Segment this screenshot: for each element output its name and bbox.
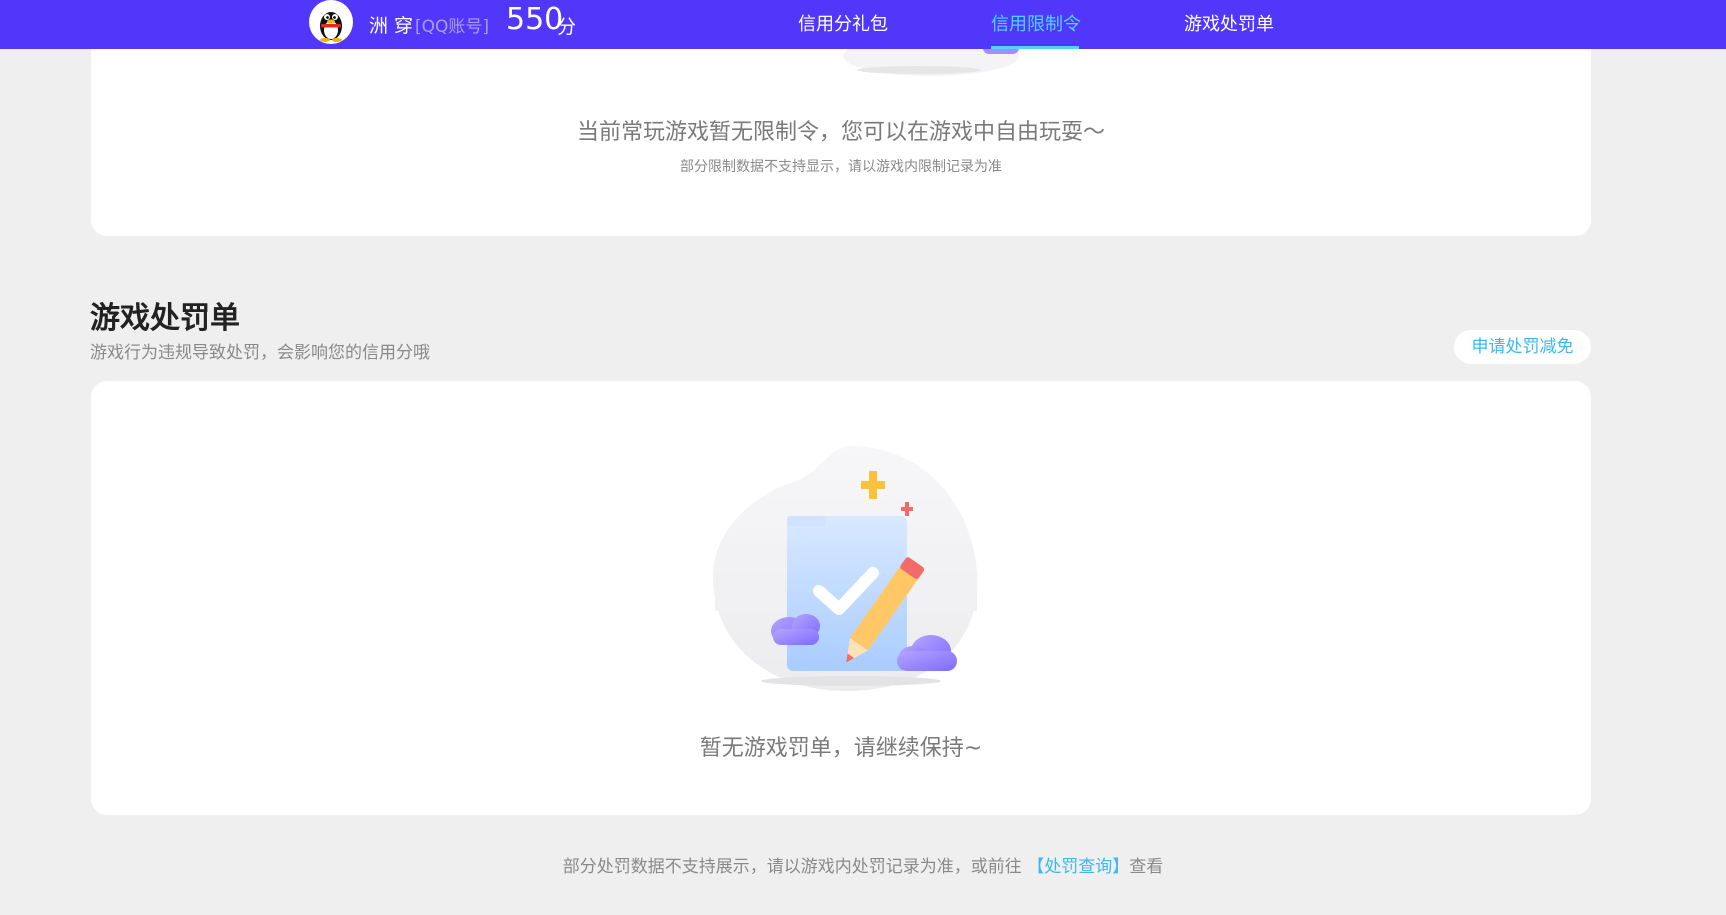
top-nav-bar: 洲 穿 [QQ账号] 550 分 信用分礼包 信用限制令 游戏处罚单 (0, 0, 1726, 49)
user-nickname: 洲 穿 (369, 15, 414, 37)
restriction-empty-message: 当前常玩游戏暂无限制令，您可以在游戏中自由玩耍～ (576, 120, 1105, 145)
qq-penguin-icon (320, 12, 342, 42)
nav-tab-credit-restriction[interactable]: 信用限制令 (991, 10, 1081, 36)
nav-tab-credit-gift[interactable]: 信用分礼包 (798, 10, 888, 36)
nav-tab-game-penalty[interactable]: 游戏处罚单 (1184, 10, 1274, 36)
penalty-footer-note: 部分处罚数据不支持展示，请以游戏内处罚记录为准，或前往 【处罚查询】查看 (0, 852, 1726, 877)
penalty-query-link[interactable]: 【处罚查询】 (1027, 857, 1129, 877)
credit-score-unit: 分 (557, 16, 577, 38)
penalty-section-title: 游戏处罚单 (90, 301, 240, 336)
avatar[interactable] (309, 0, 353, 44)
empty-penalty-illustration (713, 446, 978, 691)
penalty-section-description: 游戏行为违规导致处罚，会影响您的信用分哦 (90, 343, 430, 363)
footer-note-suffix: 查看 (1129, 857, 1164, 877)
active-tab-indicator (991, 46, 1079, 49)
penalty-card: 暂无游戏罚单，请继续保持~ (91, 381, 1591, 815)
apply-penalty-reduction-button[interactable]: 申请处罚减免 (1454, 330, 1591, 364)
credit-score: 550 (506, 2, 564, 37)
restriction-data-note: 部分限制数据不支持显示，请以游戏内限制记录为准 (680, 159, 1002, 175)
penalty-empty-message: 暂无游戏罚单，请继续保持~ (699, 736, 983, 761)
footer-note-text: 部分处罚数据不支持展示，请以游戏内处罚记录为准，或前往 (562, 857, 1022, 877)
account-type-label: [QQ账号] (415, 17, 490, 37)
